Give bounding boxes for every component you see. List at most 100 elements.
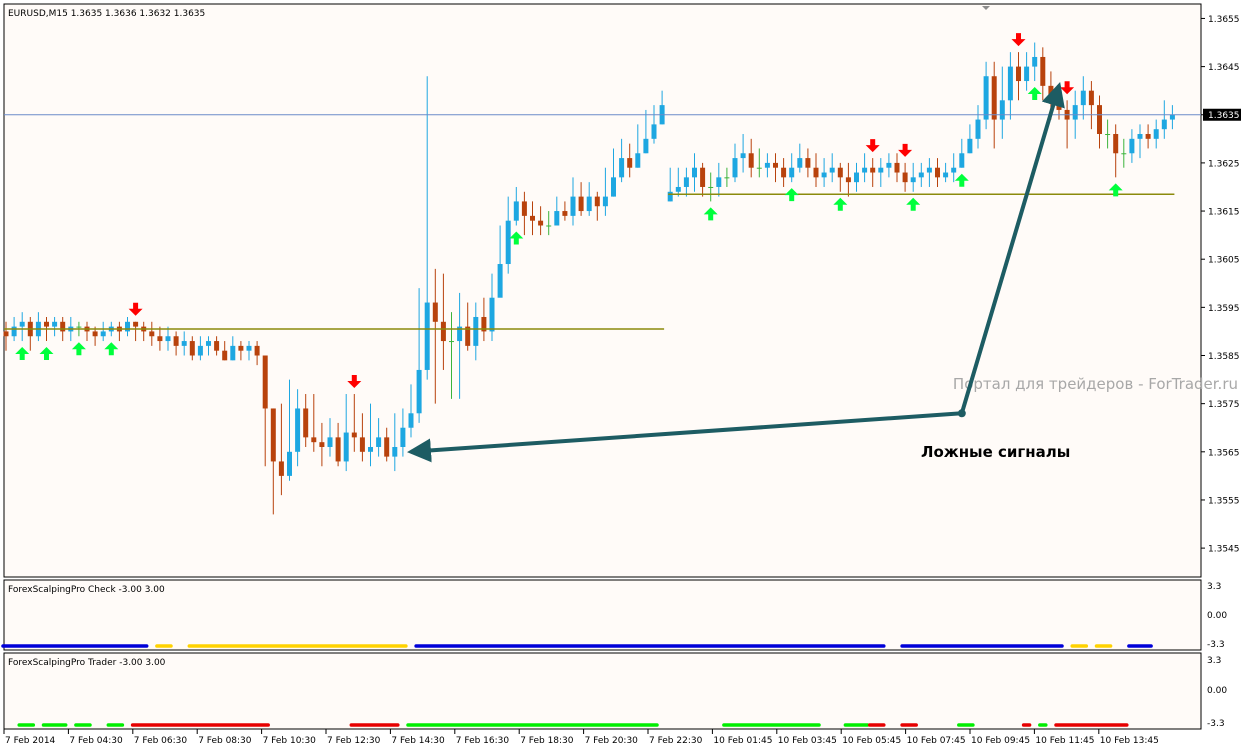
candle-body [189, 341, 195, 356]
candle-body [1113, 134, 1119, 154]
time-tick-label: 7 Feb 12:30 [327, 736, 381, 746]
candle-body [287, 451, 292, 476]
candle-body [125, 321, 130, 332]
time-tick-label: 10 Feb 03:45 [778, 736, 837, 746]
annotation-label: Ложные сигналы [921, 443, 1070, 461]
candle-body [303, 408, 309, 438]
candle-body [748, 153, 754, 168]
candle-body [521, 201, 527, 216]
candle-body [724, 177, 730, 179]
candle-body [376, 437, 382, 447]
indicator-check-tick-top: 3.3 [1207, 582, 1221, 592]
candle-body [408, 413, 414, 428]
candle-body [206, 341, 211, 346]
candle-body [1007, 66, 1013, 101]
candle-body [165, 336, 171, 342]
indicator-trader-background [3, 652, 1202, 730]
candle-body [740, 153, 746, 159]
candle-body [805, 158, 811, 168]
candle-body [368, 446, 373, 452]
candle-body [149, 331, 155, 337]
candle-body [173, 336, 179, 346]
price-tick-label: 1.3585 [1208, 352, 1240, 362]
candle-body [918, 172, 924, 178]
candle-body [1024, 66, 1030, 82]
candle-body [797, 158, 803, 168]
candle-body [246, 345, 252, 351]
indicator-trader-tick-bottom: -3.3 [1207, 719, 1225, 729]
candle-body [732, 158, 738, 178]
candle-body [870, 167, 876, 173]
candle-body [440, 321, 446, 342]
candle-body [1040, 56, 1046, 86]
candle-body [594, 196, 600, 207]
candle-body [773, 162, 778, 168]
candle-body [238, 345, 244, 351]
candle-body [1080, 90, 1086, 106]
candle-body [764, 162, 770, 168]
time-tick-label: 7 Feb 06:30 [134, 736, 188, 746]
price-tick-label: 1.3615 [1208, 208, 1240, 218]
candle-body [878, 167, 884, 173]
time-tick-label: 7 Feb 14:30 [391, 736, 445, 746]
price-tick-label: 1.3595 [1208, 304, 1240, 314]
time-tick-label: 7 Feb 20:30 [585, 736, 639, 746]
time-tick-label: 7 Feb 04:30 [69, 736, 123, 746]
candle-body [1161, 119, 1167, 130]
time-tick-label: 7 Feb 08:30 [198, 736, 252, 746]
time-axis: 7 Feb 2014 7 Feb 04:30 7 Feb 06:30 7 Feb 08… [3, 729, 1159, 746]
candle-body [619, 158, 625, 178]
time-tick-label: 10 Feb 11:45 [1035, 736, 1094, 746]
candle-body [829, 167, 835, 173]
candle-body [562, 211, 568, 216]
candle-body [513, 201, 519, 221]
price-pane[interactable]: EURUSD,M15 1.3635 1.3636 1.3632 1.3635 П… [3, 3, 1239, 578]
candle-body [1169, 114, 1175, 120]
candle-body [894, 162, 900, 173]
candle-body [1137, 134, 1143, 139]
indicator-trader-pane[interactable]: ForexScalpingPro Trader -3.00 3.00 3.3 0… [3, 652, 1227, 730]
indicator-check-tick-bottom: -3.3 [1207, 640, 1225, 650]
indicator-trader-tick-mid: 0.00 [1207, 686, 1227, 696]
candle-body [651, 124, 657, 139]
candle-body [311, 437, 317, 443]
indicator-check-pane[interactable]: ForexScalpingPro Check -3.00 3.00 3.3 0.… [1, 579, 1227, 651]
candle-body [862, 167, 868, 173]
time-tick-label: 10 Feb 13:45 [1100, 736, 1159, 746]
candle-body [959, 153, 965, 168]
candle-body [1048, 85, 1054, 96]
candle-body [667, 191, 673, 202]
candle-body [991, 76, 997, 120]
candle-body [133, 321, 139, 327]
candle-body [708, 186, 714, 188]
candle-body [886, 162, 892, 168]
candle-body [222, 350, 228, 361]
candle-body [19, 321, 25, 327]
candle-body [230, 345, 236, 361]
candle-body [951, 167, 957, 173]
candle-body [181, 341, 187, 346]
candle-body [967, 138, 973, 154]
candle-body [983, 76, 989, 120]
candle-body [935, 167, 940, 178]
time-tick-label: 10 Feb 07:45 [907, 736, 966, 746]
candle-body [692, 167, 697, 178]
candle-body [1097, 105, 1102, 135]
candle-body [157, 336, 163, 342]
candle-body [837, 167, 843, 178]
candle-body [635, 153, 641, 168]
time-tick-label: 10 Feb 09:45 [971, 736, 1030, 746]
price-tick-label: 1.3575 [1208, 400, 1240, 410]
watermark-text: Портал для трейдеров - ForTrader.ru [953, 375, 1238, 393]
candle-body [1153, 129, 1159, 139]
candle-body [351, 432, 357, 438]
candle-body [821, 172, 827, 178]
candle-body [505, 220, 511, 265]
candle-body [1032, 56, 1038, 67]
candle-body [611, 177, 616, 197]
candle-body [254, 345, 260, 356]
price-tick-label: 1.3565 [1208, 448, 1240, 458]
candle-body [910, 177, 916, 183]
indicator-trader-tick-top: 3.3 [1207, 656, 1221, 666]
price-pane-background [3, 3, 1202, 578]
